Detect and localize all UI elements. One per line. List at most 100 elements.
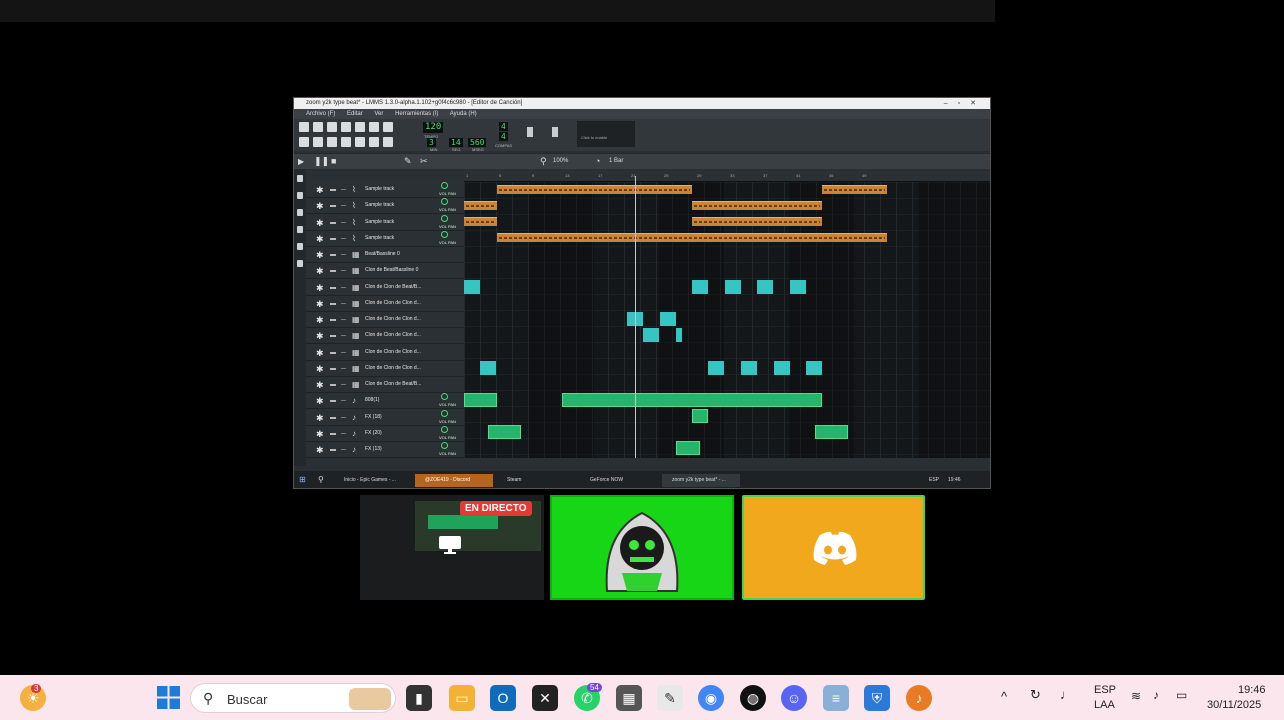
lmms-window[interactable]: zoom y2k type beat* - LMMS 1.3.0-alpha.1… <box>293 97 991 489</box>
mute-button[interactable] <box>330 384 336 386</box>
track-row[interactable]: ✱ ▦ Clon de Clon de Clon d... <box>306 296 464 312</box>
track-name[interactable]: Beat/Bassline 0 <box>365 251 400 257</box>
search-icon[interactable] <box>341 122 351 132</box>
track-row[interactable]: ✱ ▦ Clon de Beat/Bassline 0 <box>306 263 464 280</box>
track-row[interactable]: ✱ ▦ Clon de Clon de Beat/B... <box>306 377 464 393</box>
volume-knob[interactable] <box>441 393 448 401</box>
beat-clip[interactable] <box>643 328 659 342</box>
solo-button[interactable] <box>341 270 346 272</box>
solo-button[interactable] <box>341 449 346 450</box>
track-name[interactable]: Sample track <box>365 202 394 208</box>
beat-editor-icon[interactable] <box>313 137 323 147</box>
file-explorer-icon[interactable]: ▭ <box>449 685 475 711</box>
new-template-icon[interactable] <box>313 122 323 132</box>
track-row[interactable]: ✱ ⌇ Sample track VOL PAN <box>306 230 464 247</box>
sample-clip[interactable] <box>822 185 887 194</box>
track-row[interactable]: ✱ ▦ Clon de Clon de Clon d... <box>306 361 464 377</box>
home-icon[interactable] <box>297 226 303 233</box>
volume-knob[interactable] <box>441 198 448 206</box>
tray-lang[interactable]: ESP <box>929 477 939 483</box>
clock-date[interactable]: 30/11/2025 <box>1207 699 1261 711</box>
gear-icon[interactable]: ✱ <box>316 396 324 407</box>
gear-icon[interactable]: ✱ <box>316 429 324 440</box>
new-file-icon[interactable] <box>299 122 309 132</box>
beat-clip[interactable] <box>725 280 741 294</box>
playhead[interactable] <box>635 176 636 458</box>
taskbar-item-lmms[interactable]: zoom y2k type beat* - ... <box>662 474 740 487</box>
mute-button[interactable] <box>330 367 336 370</box>
track-name[interactable]: FX (20) <box>365 430 382 436</box>
task-view-icon[interactable]: ▮ <box>406 685 432 711</box>
notepad-icon[interactable]: ≡ <box>823 685 849 711</box>
open-icon[interactable] <box>327 122 337 132</box>
volume-knob[interactable] <box>441 442 448 449</box>
track-row[interactable]: ✱ ♪ 808(1) VOL PAN <box>306 393 464 410</box>
security-icon[interactable]: ⛨ <box>864 685 890 711</box>
gear-icon[interactable]: ✱ <box>316 218 324 229</box>
track-name[interactable]: Clon de Clon de Clon d... <box>365 316 421 322</box>
gear-icon[interactable]: ✱ <box>316 364 324 375</box>
wifi-icon[interactable]: ≋ <box>1131 689 1141 703</box>
gear-icon[interactable]: ✱ <box>316 380 324 391</box>
knife-tool-icon[interactable]: ✂ <box>420 156 428 167</box>
solo-button[interactable] <box>341 254 346 255</box>
track-name[interactable]: 808(1) <box>365 397 379 403</box>
taskbar-item-geforce[interactable]: GeForce NOW <box>580 474 658 487</box>
projects-icon[interactable] <box>297 175 303 182</box>
solo-button[interactable] <box>341 302 346 304</box>
sync-icon[interactable]: ↻ <box>1030 687 1041 703</box>
steam-icon[interactable]: ◍ <box>740 685 766 711</box>
track-name[interactable]: Sample track <box>365 186 394 192</box>
menu-archivo[interactable]: Archivo (F) <box>306 111 335 117</box>
track-name[interactable]: Clon de Clon de Beat/B... <box>365 284 421 290</box>
solo-button[interactable] <box>341 319 346 320</box>
track-name[interactable]: Clon de Clon de Clon d... <box>365 365 421 371</box>
paint-icon[interactable]: ✎ <box>657 685 683 711</box>
mute-button[interactable] <box>330 205 336 208</box>
mute-button[interactable] <box>330 416 336 419</box>
volume-knob[interactable] <box>441 182 448 189</box>
solo-button[interactable] <box>341 432 346 434</box>
compas-top[interactable]: 4 <box>499 122 508 131</box>
master-volume-slider[interactable] <box>527 127 533 137</box>
gear-icon[interactable]: ✱ <box>316 348 324 359</box>
gear-icon[interactable]: ✱ <box>316 315 324 326</box>
lang-top[interactable]: ESP <box>1094 684 1116 696</box>
menu-ver[interactable]: Ver <box>374 111 383 117</box>
beat-clip[interactable] <box>790 280 806 294</box>
instrument-clip[interactable] <box>464 393 497 407</box>
beat-clip[interactable] <box>774 361 790 375</box>
windows-logo-icon[interactable]: ⊞ <box>299 475 306 484</box>
mute-button[interactable] <box>330 432 336 435</box>
play-icon[interactable]: ▶ <box>298 157 304 166</box>
sample-clip[interactable] <box>692 201 822 210</box>
oscilloscope[interactable]: Click to enable <box>577 121 635 147</box>
track-row[interactable]: ✱ ♪ FX (20) VOL PAN <box>306 425 464 442</box>
timeline[interactable]: 1 5 9 13 17 21 25 29 33 37 41 45 49 <box>464 169 990 182</box>
solo-button[interactable] <box>341 384 346 385</box>
mute-button[interactable] <box>330 302 336 305</box>
track-row[interactable]: ✱ ♪ FX (18) VOL PAN <box>306 409 464 426</box>
volume-knob[interactable] <box>441 409 448 417</box>
track-row[interactable]: ✱ ▦ Clon de Clon de Clon d... <box>306 312 464 328</box>
mute-button[interactable] <box>330 254 336 256</box>
beat-clip[interactable] <box>692 280 708 294</box>
menu-ayuda[interactable]: Ayuda (H) <box>450 111 477 117</box>
mute-button[interactable] <box>330 221 336 224</box>
metronome-icon[interactable] <box>383 122 393 132</box>
track-row[interactable]: ✱ ⌇ Sample track VOL PAN <box>306 214 464 231</box>
master-pitch-slider[interactable] <box>552 127 558 137</box>
calculator-icon[interactable]: ▦ <box>616 685 642 711</box>
taskbar-item-steam[interactable]: Steam <box>497 474 575 487</box>
sample-clip[interactable] <box>464 201 497 210</box>
mute-button[interactable] <box>330 351 336 354</box>
controller-icon[interactable] <box>369 137 379 147</box>
draw-tool-icon[interactable]: ✎ <box>404 156 412 167</box>
instrument-clip[interactable] <box>692 409 708 423</box>
pause-icon[interactable]: ❚❚ <box>314 156 329 167</box>
tempo-display[interactable]: 120 <box>423 122 444 133</box>
track-row[interactable]: ✱ ▦ Clon de Clon de Clon d... <box>306 345 464 361</box>
screen-share-tile[interactable]: EN DIRECTO <box>360 495 544 600</box>
track-row[interactable]: ✱ ⌇ Sample track VOL PAN <box>306 198 464 215</box>
export-icon[interactable] <box>369 122 379 132</box>
